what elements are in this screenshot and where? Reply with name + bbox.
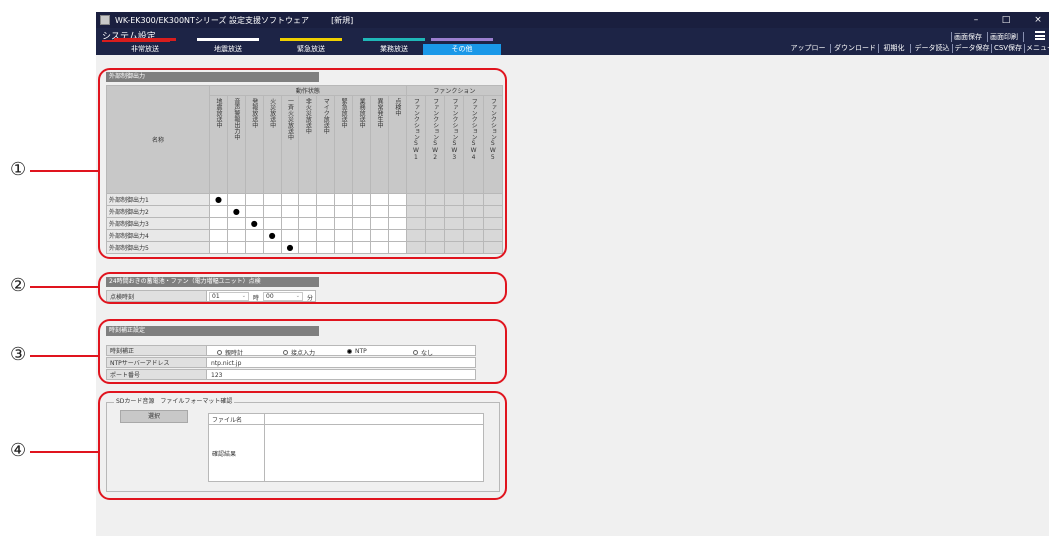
download-button[interactable]: ダウンロード <box>833 42 877 54</box>
callout-number-1: ① <box>10 159 27 180</box>
separator <box>910 44 911 53</box>
data-load-button[interactable]: データ読込 <box>913 42 951 54</box>
tab-urgent[interactable]: 緊急放送 <box>272 38 350 55</box>
tab-color-bar <box>197 38 259 41</box>
callout-line-2 <box>30 286 98 288</box>
callout-number-4: ④ <box>10 440 27 461</box>
callout-line-3 <box>30 355 98 357</box>
upload-button[interactable]: アップロード <box>788 42 828 64</box>
screen-save-button[interactable]: 画面保存 <box>954 32 982 42</box>
initialize-button[interactable]: 初期化 <box>880 42 908 54</box>
callout-line-4 <box>30 451 98 453</box>
tab-color-bar <box>280 38 342 41</box>
title-bar: WK-EK300/EK300NTシリーズ 設定支援ソフトウェア [新規] – □… <box>96 12 1049 28</box>
callout-frame-2 <box>98 272 507 304</box>
tab-emergency[interactable]: 非常放送 <box>106 38 184 55</box>
close-icon[interactable]: × <box>1029 12 1047 28</box>
separator <box>952 44 953 53</box>
callout-line-1 <box>30 170 98 172</box>
tab-color-bar <box>114 38 176 41</box>
callout-frame-3 <box>98 319 507 384</box>
window-title: WK-EK300/EK300NTシリーズ 設定支援ソフトウェア <box>115 15 310 25</box>
separator <box>951 32 952 42</box>
separator <box>830 44 831 53</box>
tab-label: 地震放送 <box>214 45 242 53</box>
maximize-icon[interactable]: □ <box>997 12 1015 28</box>
tab-other[interactable]: その他 <box>423 38 501 55</box>
callout-number-3: ③ <box>10 344 27 365</box>
separator <box>1023 32 1024 42</box>
separator <box>878 44 879 53</box>
callout-number-2: ② <box>10 275 27 296</box>
tab-earthquake[interactable]: 地震放送 <box>189 38 267 55</box>
data-save-button[interactable]: データ保存 <box>954 42 990 54</box>
separator <box>987 32 988 42</box>
tab-color-bar <box>431 38 493 41</box>
tab-label: 緊急放送 <box>297 45 325 53</box>
tab-business[interactable]: 業務放送 <box>355 38 433 55</box>
callout-frame-1 <box>98 68 507 259</box>
callout-frame-4 <box>98 391 507 500</box>
csv-save-button[interactable]: CSV保存 <box>993 42 1023 54</box>
separator <box>991 44 992 53</box>
tab-label: 非常放送 <box>131 45 159 53</box>
app-icon <box>100 15 110 25</box>
tab-label: 業務放送 <box>380 45 408 53</box>
tab-label: その他 <box>451 45 473 53</box>
separator <box>1024 44 1025 53</box>
app-header: システム設定 非常放送 地震放送 緊急放送 業務放送 その他 画面保存 画面印刷… <box>96 28 1049 64</box>
tab-color-bar <box>363 38 425 41</box>
menu-button[interactable]: メニュー <box>1026 42 1049 54</box>
hamburger-menu-icon[interactable] <box>1035 31 1045 40</box>
doc-state: [新規] <box>331 15 354 25</box>
screen-print-button[interactable]: 画面印刷 <box>990 32 1018 42</box>
minimize-icon[interactable]: – <box>967 12 985 28</box>
